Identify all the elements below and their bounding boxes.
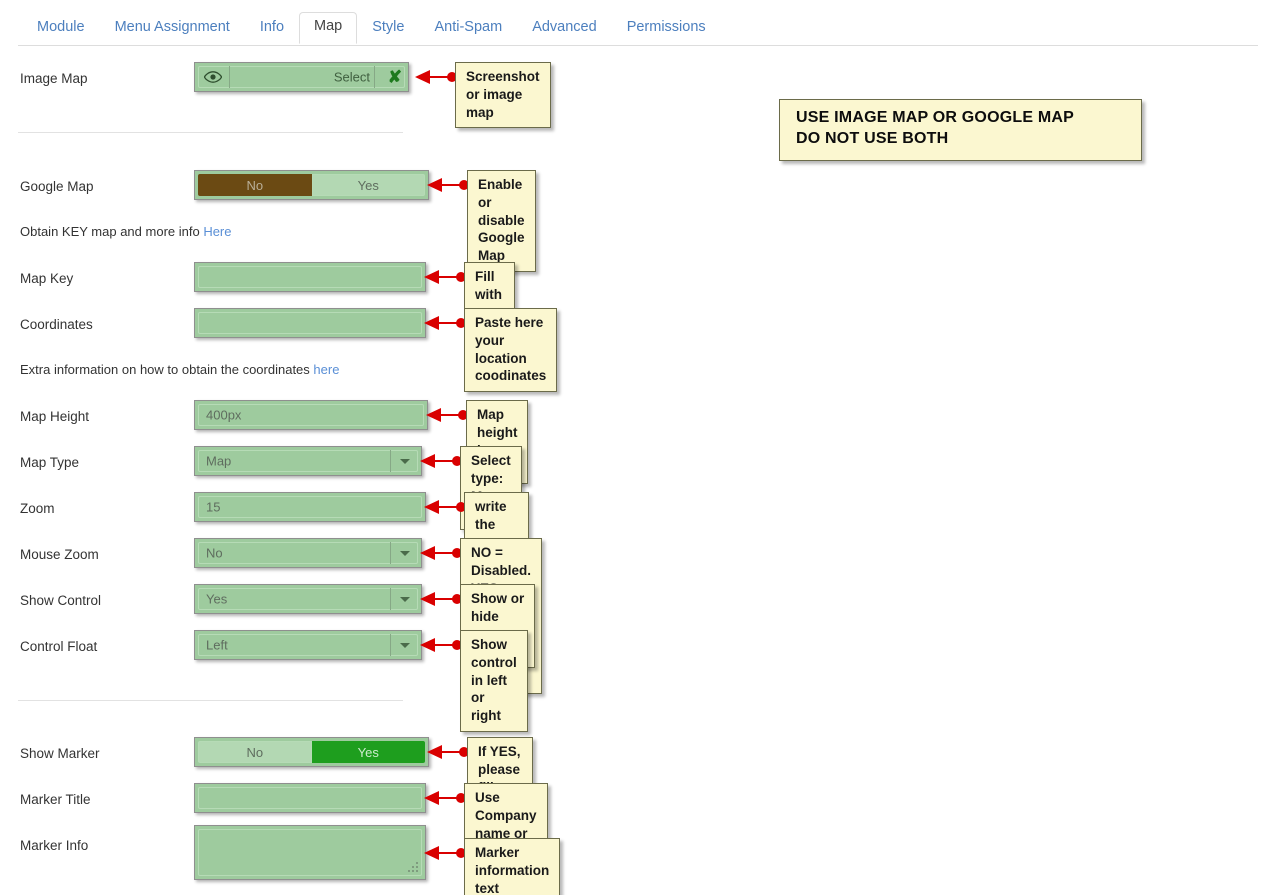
label-show-control: Show Control: [20, 593, 102, 608]
map-type-select[interactable]: Map: [194, 446, 422, 476]
zoom-inner: [198, 496, 422, 518]
x-close-icon[interactable]: ✘: [388, 69, 402, 86]
marker-info-textarea[interactable]: [194, 825, 426, 880]
tab-advanced[interactable]: Advanced: [517, 13, 612, 44]
show-control-select[interactable]: Yes: [194, 584, 422, 614]
show-marker-toggle-no[interactable]: No: [198, 741, 312, 763]
callout-arrowhead-icon: [420, 638, 435, 652]
map-key-input[interactable]: [194, 262, 426, 292]
map-height-input[interactable]: 400px: [194, 400, 428, 430]
label-zoom: Zoom: [20, 501, 55, 516]
section-divider-bottom: [18, 700, 403, 701]
show-control-inner: [198, 588, 418, 610]
callout-text: Enable or disable Google Map: [467, 170, 536, 273]
chevron-down-icon[interactable]: [390, 450, 418, 472]
map-key-help-text: Obtain KEY map and more info: [20, 224, 204, 239]
eye-icon[interactable]: [198, 66, 230, 88]
google-map-toggle-yes[interactable]: Yes: [311, 174, 425, 196]
coordinates-help-note: Extra information on how to obtain the c…: [20, 362, 339, 377]
chevron-down-icon[interactable]: [390, 542, 418, 564]
image-map-select-button[interactable]: Select: [334, 70, 370, 85]
google-map-toggle[interactable]: No Yes: [194, 170, 429, 200]
map-key-inner: [198, 266, 422, 288]
label-map-type: Map Type: [20, 455, 80, 470]
mouse-zoom-select[interactable]: No: [194, 538, 422, 568]
warning-note: USE IMAGE MAP OR GOOGLE MAP DO NOT USE B…: [779, 99, 1142, 161]
resize-grip-icon[interactable]: [408, 862, 418, 872]
tab-underline: [18, 45, 1258, 46]
coordinates-help-text: Extra information on how to obtain the c…: [20, 362, 314, 377]
label-coordinates: Coordinates: [20, 317, 93, 332]
callout-arrowhead-icon: [424, 500, 439, 514]
marker-title-inner: [198, 787, 422, 809]
tab-module[interactable]: Module: [22, 13, 100, 44]
tab-bar: Module Menu Assignment Info Map Style An…: [0, 0, 1280, 46]
mouse-zoom-value: No: [206, 545, 223, 561]
marker-info-inner: [198, 829, 422, 876]
tab-map[interactable]: Map: [299, 12, 358, 44]
label-map-key: Map Key: [20, 271, 74, 286]
show-marker-toggle-yes[interactable]: Yes: [311, 741, 425, 763]
marker-title-input[interactable]: [194, 783, 426, 813]
callout-arrowhead-icon: [424, 316, 439, 330]
control-float-inner: [198, 634, 418, 656]
label-mouse-zoom: Mouse Zoom: [20, 547, 99, 562]
label-image-map: Image Map: [20, 71, 88, 86]
google-map-toggle-no[interactable]: No: [198, 174, 312, 196]
callout-text: Marker information text: [464, 838, 561, 895]
callout-arrowhead-icon: [427, 178, 442, 192]
module-settings-page: Module Menu Assignment Info Map Style An…: [0, 0, 1280, 895]
coordinates-help-link[interactable]: here: [313, 362, 339, 377]
label-marker-title: Marker Title: [20, 792, 91, 807]
label-google-map: Google Map: [20, 179, 94, 194]
chevron-down-icon[interactable]: [390, 634, 418, 656]
tab-style[interactable]: Style: [357, 13, 419, 44]
label-map-height: Map Height: [20, 409, 90, 424]
callout-arrowhead-icon: [424, 791, 439, 805]
callout-arrowhead-icon: [420, 592, 435, 606]
zoom-input[interactable]: 15: [194, 492, 426, 522]
tab-permissions[interactable]: Permissions: [612, 13, 721, 44]
map-height-value: 400px: [206, 407, 242, 423]
tab-info[interactable]: Info: [245, 13, 299, 44]
coordinates-input[interactable]: [194, 308, 426, 338]
callout-arrowhead-icon: [415, 70, 430, 84]
image-map-separator: [374, 66, 375, 88]
label-show-marker: Show Marker: [20, 746, 100, 761]
callout-text: Show control in left or right: [460, 630, 528, 733]
callout-arrowhead-icon: [420, 546, 435, 560]
callout-text: Screenshot or image map: [455, 62, 551, 129]
control-float-select[interactable]: Left: [194, 630, 422, 660]
zoom-value: 15: [206, 499, 221, 515]
callout-text: Paste here your location coodinates: [464, 308, 558, 393]
tab-anti-spam[interactable]: Anti-Spam: [419, 13, 517, 44]
control-float-value: Left: [206, 637, 228, 653]
tab-menu-assignment[interactable]: Menu Assignment: [100, 13, 245, 44]
callout-arrowhead-icon: [420, 454, 435, 468]
map-key-help-note: Obtain KEY map and more info Here: [20, 224, 232, 239]
callout-arrowhead-icon: [426, 408, 441, 422]
tab-list: Module Menu Assignment Info Map Style An…: [22, 11, 721, 44]
label-control-float: Control Float: [20, 639, 98, 654]
map-type-value: Map: [206, 453, 232, 469]
callout-arrowhead-icon: [424, 846, 439, 860]
map-key-help-link[interactable]: Here: [203, 224, 231, 239]
coordinates-inner: [198, 312, 422, 334]
chevron-down-icon[interactable]: [390, 588, 418, 610]
show-control-value: Yes: [206, 591, 228, 607]
image-map-field[interactable]: Select ✘: [194, 62, 409, 92]
label-marker-info: Marker Info: [20, 838, 89, 853]
section-divider-top: [18, 132, 403, 133]
callout-arrowhead-icon: [427, 745, 442, 759]
show-marker-toggle[interactable]: No Yes: [194, 737, 429, 767]
mouse-zoom-inner: [198, 542, 418, 564]
callout-arrowhead-icon: [424, 270, 439, 284]
